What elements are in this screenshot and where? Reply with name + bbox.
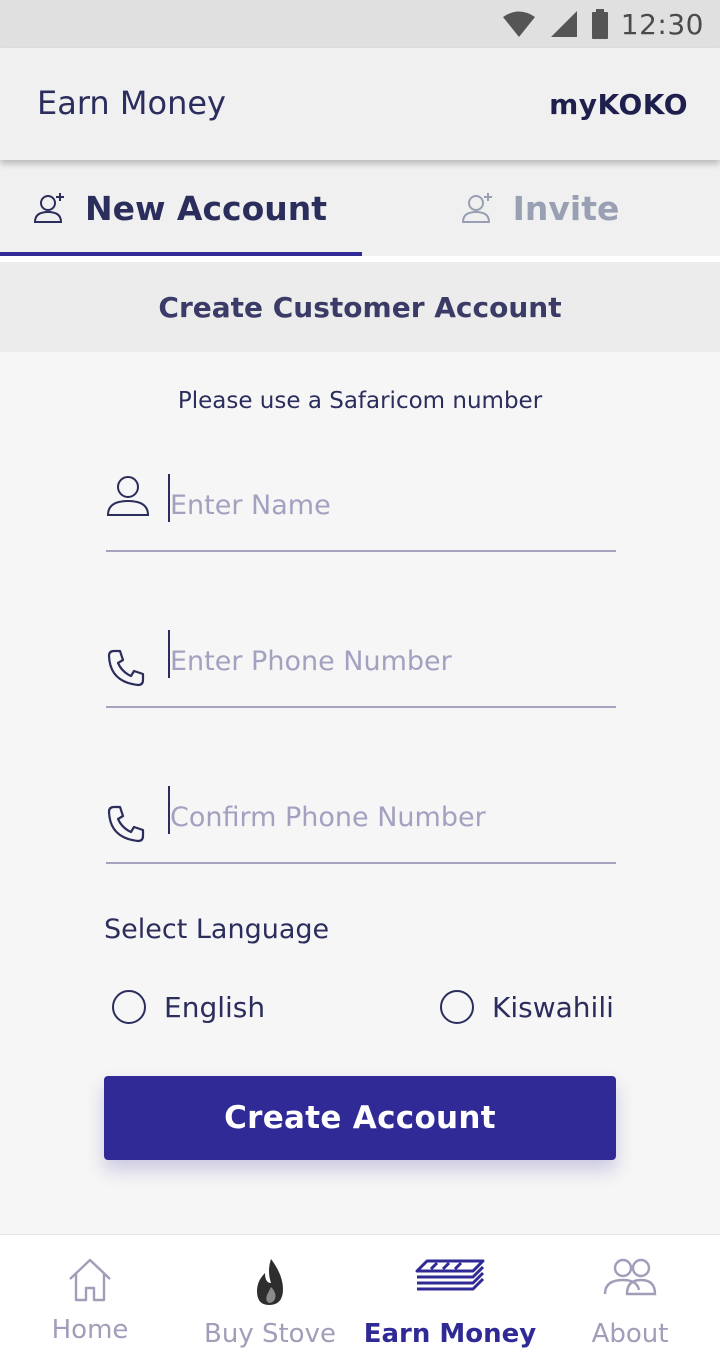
people-icon [603,1258,657,1296]
phone-input[interactable] [170,638,610,684]
bottom-navigation: Home Buy Stove Earn Money About [0,1234,720,1366]
radio-kiswahili[interactable]: Kiswahili [440,990,614,1024]
brand-logo-text: myKOKO [549,88,688,121]
button-label: Create Account [224,1100,496,1136]
nav-label: Buy Stove [204,1319,336,1349]
tab-label: Invite [512,188,620,228]
nav-label: Earn Money [363,1319,537,1349]
home-icon [69,1258,111,1302]
confirm-phone-input[interactable] [170,794,610,840]
tab-bar: New Account Invite [0,160,720,256]
tab-label: New Account [84,188,328,228]
phone-icon [107,805,145,843]
radio-label: Kiswahili [492,990,614,1024]
nav-label: Home [51,1315,129,1345]
screen: 12:30 Earn Money myKOKO New Account Invi… [0,0,720,1366]
add-user-icon [461,193,492,223]
user-icon [106,476,150,516]
name-input[interactable] [170,482,610,528]
add-user-icon [33,193,64,223]
radio-button[interactable] [440,990,474,1024]
name-field [106,462,616,552]
language-label: Select Language [104,914,330,945]
nav-home[interactable]: Home [0,1235,180,1366]
app-bar: Earn Money myKOKO [0,48,720,160]
signal-icon [550,11,577,37]
battery-icon [591,9,608,39]
nav-buy-stove[interactable]: Buy Stove [180,1235,360,1366]
radio-english[interactable]: English [112,990,265,1024]
confirm-phone-field [106,774,616,864]
status-icons: 12:30 [501,7,704,41]
nav-earn-money[interactable]: Earn Money [360,1235,540,1366]
phone-field [106,618,616,708]
nav-about[interactable]: About [540,1235,720,1366]
flame-icon [257,1259,283,1305]
radio-label: English [164,990,266,1024]
money-stack-icon [415,1259,485,1291]
section-title: Create Customer Account [158,290,562,324]
radio-button[interactable] [112,990,146,1024]
page-title: Earn Money [37,84,226,122]
nav-label: About [591,1319,669,1349]
wifi-icon [502,11,535,37]
tab-new-account[interactable]: New Account [0,160,360,256]
form-hint: Please use a Safaricom number [177,388,543,414]
section-header: Create Customer Account [0,262,720,352]
status-time: 12:30 [620,7,704,41]
create-account-button[interactable]: Create Account [104,1076,616,1160]
tab-invite[interactable]: Invite [360,160,720,256]
phone-icon [107,649,145,687]
status-bar: 12:30 [0,0,720,48]
